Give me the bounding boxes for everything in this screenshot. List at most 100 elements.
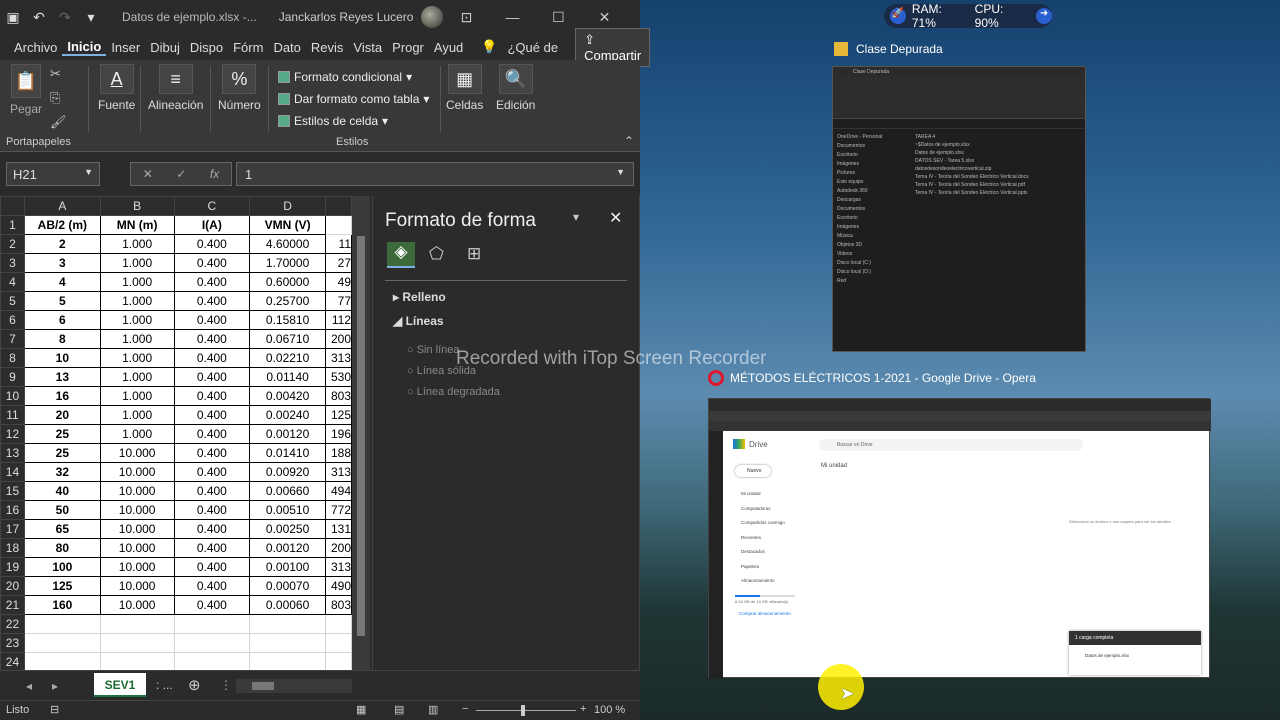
- row-header[interactable]: 10: [0, 386, 25, 406]
- cell[interactable]: 0.400: [173, 538, 251, 558]
- cell[interactable]: 0.400: [173, 595, 251, 615]
- explorer-nav-item[interactable]: Descargas: [837, 196, 909, 205]
- tab-dibujar[interactable]: Dibuj: [145, 40, 185, 55]
- explorer-nav-item[interactable]: Videos: [837, 250, 909, 259]
- cell[interactable]: [23, 633, 101, 653]
- cell[interactable]: 10.000: [99, 595, 175, 615]
- drive-side-item[interactable]: Papelera: [741, 560, 785, 575]
- tab-insertar[interactable]: Inser: [106, 40, 145, 55]
- explorer-nav-item[interactable]: Imágenes: [837, 160, 909, 169]
- drive-search-input[interactable]: Buscar en Drive: [819, 439, 1083, 451]
- cell[interactable]: 27: [324, 253, 352, 273]
- cell[interactable]: 4.60000: [249, 234, 326, 254]
- col-header[interactable]: [324, 196, 352, 216]
- prev-sheet-icon[interactable]: ◂: [26, 679, 32, 693]
- cell[interactable]: 0.25700: [249, 291, 326, 311]
- cell[interactable]: 0.06710: [249, 329, 326, 349]
- tab-split-icon[interactable]: ⋮: [220, 678, 232, 692]
- cell[interactable]: 0.02210: [249, 348, 326, 368]
- cell[interactable]: 112: [324, 310, 352, 330]
- cell[interactable]: 0.400: [173, 291, 251, 311]
- row-header[interactable]: 1: [0, 215, 25, 235]
- row-header[interactable]: 21: [0, 595, 25, 615]
- row-header[interactable]: 9: [0, 367, 25, 387]
- page-layout-icon[interactable]: ▤: [394, 703, 404, 716]
- lineas-section[interactable]: ◢ Líneas: [393, 314, 444, 328]
- explorer-nav-item[interactable]: Documentos: [837, 205, 909, 214]
- sheet-tab-sev1[interactable]: SEV1: [94, 673, 146, 697]
- cell[interactable]: 0.00120: [249, 424, 326, 444]
- row-header[interactable]: 19: [0, 557, 25, 577]
- row-header[interactable]: 16: [0, 500, 25, 520]
- cell[interactable]: 0.400: [173, 310, 251, 330]
- cell[interactable]: 0.400: [173, 481, 251, 501]
- fill-line-icon[interactable]: ◈: [387, 242, 415, 268]
- row-header[interactable]: 2: [0, 234, 25, 254]
- paste-label[interactable]: Pegar: [10, 102, 42, 116]
- system-monitor-widget[interactable]: 🚀 RAM: 71% CPU: 90% ➜: [884, 2, 1052, 30]
- cell[interactable]: 0.400: [173, 576, 251, 596]
- my-unit-breadcrumb[interactable]: Mi unidad: [821, 463, 847, 469]
- tab-formulas[interactable]: Fórm: [228, 40, 268, 55]
- cell[interactable]: 0.00060: [249, 595, 326, 615]
- cell[interactable]: [324, 614, 352, 634]
- cell[interactable]: 0.00240: [249, 405, 326, 425]
- cell[interactable]: 0.400: [173, 443, 251, 463]
- cell[interactable]: 0.15810: [249, 310, 326, 330]
- cell[interactable]: 49: [324, 272, 352, 292]
- cell[interactable]: AB/2 (m): [23, 215, 101, 235]
- clipboard-icon[interactable]: 📋: [11, 64, 42, 98]
- cell[interactable]: [324, 652, 352, 670]
- cell[interactable]: 0.60000: [249, 272, 326, 292]
- explorer-file-item[interactable]: Tema IV - Teoría del Sondeo Eléctrico Ve…: [915, 173, 1085, 181]
- cell[interactable]: 803: [324, 595, 352, 615]
- explorer-nav-item[interactable]: Documentos: [837, 142, 909, 151]
- cell[interactable]: 0.400: [173, 500, 251, 520]
- cell[interactable]: 10.000: [99, 557, 175, 577]
- tab-vista[interactable]: Vista: [348, 40, 387, 55]
- cell[interactable]: 1.000: [99, 405, 175, 425]
- cell[interactable]: I(A): [173, 215, 251, 235]
- opera-thumbnail[interactable]: Drive Buscar en Drive Nuevo Mi unidad Mi…: [708, 398, 1211, 679]
- explorer-nav-item[interactable]: Imágenes: [837, 223, 909, 232]
- cell[interactable]: [249, 614, 326, 634]
- name-box[interactable]: H21 ▼: [6, 162, 100, 186]
- drive-side-item[interactable]: Recientes: [741, 531, 785, 546]
- cell[interactable]: [173, 614, 251, 634]
- explorer-nav-item[interactable]: Este equipo: [837, 178, 909, 187]
- cell[interactable]: 313: [324, 348, 352, 368]
- explorer-nav-item[interactable]: Disco local (D:): [837, 268, 909, 277]
- cell[interactable]: 313: [324, 557, 352, 577]
- cell[interactable]: 6: [23, 310, 101, 330]
- fx-icon[interactable]: fx: [210, 167, 219, 181]
- explorer-file-item[interactable]: ~$Datos de ejemplo.xlsx: [915, 141, 1085, 149]
- new-button[interactable]: Nuevo: [735, 465, 771, 477]
- cell[interactable]: 0.01410: [249, 443, 326, 463]
- pane-options-icon[interactable]: ▾: [573, 210, 579, 224]
- customize-qat-icon[interactable]: ▾: [78, 4, 104, 30]
- cell[interactable]: 490: [324, 576, 352, 596]
- explorer-nav-item[interactable]: Pictures: [837, 169, 909, 178]
- lightbulb-icon[interactable]: 💡: [476, 39, 502, 55]
- cell[interactable]: 160: [23, 595, 101, 615]
- normal-view-icon[interactable]: ▦: [356, 703, 366, 716]
- cell[interactable]: 10.000: [99, 462, 175, 482]
- effects-icon[interactable]: ⬠: [429, 244, 444, 264]
- cell[interactable]: 1.000: [99, 367, 175, 387]
- more-sheets[interactable]: : ...: [156, 678, 173, 692]
- explorer-file-item[interactable]: DATOS SEV - Tarea 5.xlsx: [915, 157, 1085, 165]
- cell[interactable]: 200: [324, 329, 352, 349]
- row-header[interactable]: 3: [0, 253, 25, 273]
- zoom-out-button[interactable]: −: [462, 703, 468, 715]
- cell[interactable]: [249, 652, 326, 670]
- cell[interactable]: 1.000: [99, 386, 175, 406]
- cell[interactable]: 11: [324, 234, 352, 254]
- horizontal-scrollbar[interactable]: [236, 679, 352, 693]
- tell-me-search[interactable]: ¿Qué de: [502, 40, 563, 55]
- row-header[interactable]: 5: [0, 291, 25, 311]
- save-icon[interactable]: ▣: [0, 4, 26, 30]
- cell[interactable]: 0.400: [173, 348, 251, 368]
- cell[interactable]: 65: [23, 519, 101, 539]
- cell[interactable]: 0.400: [173, 272, 251, 292]
- row-header[interactable]: 18: [0, 538, 25, 558]
